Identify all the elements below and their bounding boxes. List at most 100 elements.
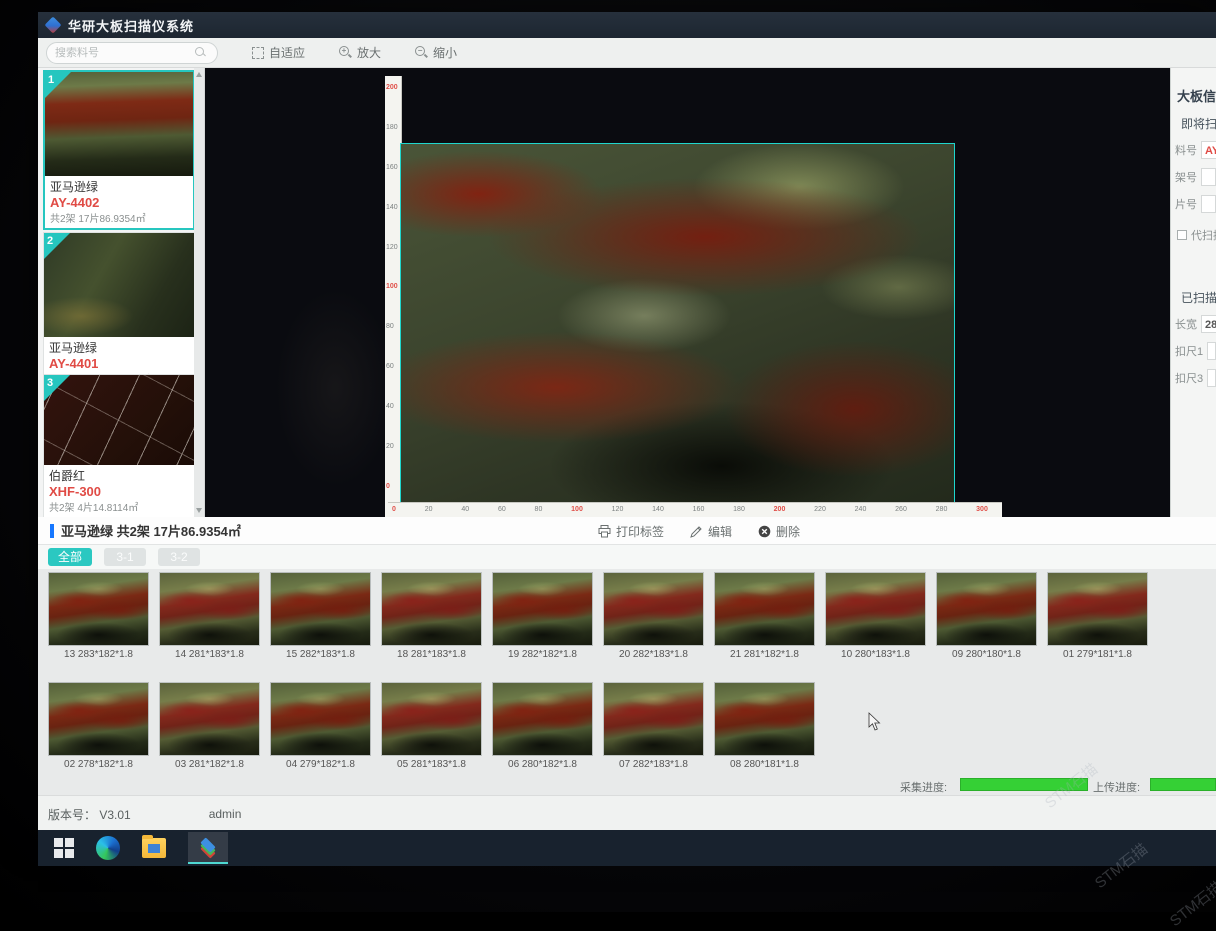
- piece-image[interactable]: [714, 572, 815, 646]
- delete-icon: [758, 525, 771, 538]
- fit-button[interactable]: 自适应: [252, 44, 305, 61]
- piece-image[interactable]: [603, 682, 704, 756]
- piece-thumb[interactable]: 21 281*182*1.8: [714, 572, 815, 660]
- scan-canvas[interactable]: 200 180 160 140 120 100 80 60 40 20 0 0 …: [205, 68, 1170, 517]
- piece-thumb[interactable]: 10 280*183*1.8: [825, 572, 926, 660]
- windows-start-icon[interactable]: [54, 838, 74, 858]
- app-window: 华研大板扫描仪系统 自适应 + 放大 − 缩小: [38, 12, 1216, 832]
- piece-thumb[interactable]: 08 280*181*1.8: [714, 682, 815, 770]
- size-input[interactable]: 28: [1201, 315, 1216, 333]
- piece-caption: 10 280*183*1.8: [825, 649, 926, 660]
- piece-image[interactable]: [825, 572, 926, 646]
- piece-image[interactable]: [381, 572, 482, 646]
- piece-thumb[interactable]: 20 282*183*1.8: [603, 572, 704, 660]
- piece-thumb[interactable]: 13 283*182*1.8: [48, 572, 149, 660]
- layers-icon: [198, 838, 218, 856]
- selection-info-bar: 亚马逊绿 共2架 17片86.9354㎡ 打印标签 编辑 删除: [38, 517, 1216, 545]
- piece-caption: 07 282*183*1.8: [603, 759, 704, 770]
- slab-card-1[interactable]: 1 亚马逊绿 AY-4402 共2架 17片86.9354㎡: [43, 70, 195, 230]
- deduct1-input[interactable]: [1207, 342, 1216, 360]
- deduct3-input[interactable]: [1207, 369, 1216, 387]
- slab-name: 伯爵红: [44, 465, 194, 484]
- piece-caption: 19 282*182*1.8: [492, 649, 593, 660]
- proxy-scan-checkbox[interactable]: 代扫描: [1177, 227, 1216, 243]
- piece-thumb[interactable]: 01 279*181*1.8: [1047, 572, 1148, 660]
- material-input[interactable]: AY: [1201, 141, 1216, 159]
- tab-all[interactable]: 全部: [48, 548, 92, 566]
- tab-rack-2[interactable]: 3-2: [158, 548, 200, 566]
- piece-caption: 06 280*182*1.8: [492, 759, 593, 770]
- accent-bar: [50, 524, 54, 538]
- logged-in-user: admin: [209, 807, 242, 821]
- search-box[interactable]: [46, 42, 218, 64]
- piece-thumb[interactable]: 09 280*180*1.8: [936, 572, 1037, 660]
- pencil-icon: [690, 525, 703, 538]
- piece-grid: 13 283*182*1.8 14 281*183*1.8 15 282*183…: [38, 569, 1216, 795]
- piece-image[interactable]: [381, 682, 482, 756]
- zoom-out-icon: −: [415, 46, 428, 59]
- piece-input[interactable]: [1201, 195, 1216, 213]
- piece-thumb[interactable]: 19 282*182*1.8: [492, 572, 593, 660]
- piece-caption: 08 280*181*1.8: [714, 759, 815, 770]
- search-icon[interactable]: [195, 47, 206, 58]
- scroll-down-icon[interactable]: [196, 508, 202, 513]
- piece-image[interactable]: [270, 572, 371, 646]
- toolbar: 自适应 + 放大 − 缩小: [38, 38, 1216, 68]
- rack-label: 架号: [1175, 169, 1197, 185]
- size-label: 长宽: [1175, 316, 1197, 332]
- piece-image[interactable]: [492, 572, 593, 646]
- piece-thumb[interactable]: 18 281*183*1.8: [381, 572, 482, 660]
- slab-card-3[interactable]: 3 伯爵红 XHF-300 共2架 4片14.8114㎡: [43, 374, 195, 518]
- checkbox-icon[interactable]: [1177, 230, 1187, 240]
- edge-browser-icon[interactable]: [96, 836, 120, 860]
- piece-image[interactable]: [714, 682, 815, 756]
- print-label-button[interactable]: 打印标签: [598, 523, 664, 540]
- zoom-out-button[interactable]: − 缩小: [415, 44, 457, 61]
- mouse-cursor: [868, 712, 882, 732]
- scanned-slab-image[interactable]: [400, 143, 955, 503]
- edit-button[interactable]: 编辑: [690, 523, 732, 540]
- zoom-in-button[interactable]: + 放大: [339, 44, 381, 61]
- slab-card-2[interactable]: 2 亚马逊绿 AY-4401 共3架 30片166.2686㎡: [43, 232, 195, 390]
- upload-progress-label: 上传进度:: [1093, 779, 1140, 795]
- watermark-text: STM石描: [1165, 876, 1216, 931]
- rack-input[interactable]: [1201, 168, 1216, 186]
- piece-caption: 03 281*182*1.8: [159, 759, 260, 770]
- scroll-up-icon[interactable]: [196, 72, 202, 77]
- piece-image[interactable]: [159, 682, 260, 756]
- piece-image[interactable]: [492, 682, 593, 756]
- sidebar-scrollbar[interactable]: [194, 68, 204, 517]
- delete-button[interactable]: 删除: [758, 523, 800, 540]
- piece-thumb[interactable]: 15 282*183*1.8: [270, 572, 371, 660]
- piece-image[interactable]: [936, 572, 1037, 646]
- piece-image[interactable]: [159, 572, 260, 646]
- piece-thumb[interactable]: 14 281*183*1.8: [159, 572, 260, 660]
- piece-thumb[interactable]: 05 281*183*1.8: [381, 682, 482, 770]
- piece-thumb[interactable]: 04 279*182*1.8: [270, 682, 371, 770]
- rack-tabs: 全部 3-1 3-2: [38, 545, 1216, 569]
- piece-caption: 14 281*183*1.8: [159, 649, 260, 660]
- windows-taskbar: [38, 830, 1216, 866]
- scanner-app-taskbar-icon[interactable]: [188, 832, 228, 864]
- piece-caption: 04 279*182*1.8: [270, 759, 371, 770]
- deduct3-label: 扣尺3: [1175, 370, 1203, 386]
- piece-image[interactable]: [48, 682, 149, 756]
- zoom-in-icon: +: [339, 46, 352, 59]
- piece-image[interactable]: [603, 572, 704, 646]
- piece-image[interactable]: [270, 682, 371, 756]
- piece-image[interactable]: [48, 572, 149, 646]
- printer-icon: [598, 525, 611, 538]
- piece-thumb[interactable]: 03 281*182*1.8: [159, 682, 260, 770]
- piece-image[interactable]: [1047, 572, 1148, 646]
- file-explorer-icon[interactable]: [142, 838, 166, 858]
- piece-thumb[interactable]: 06 280*182*1.8: [492, 682, 593, 770]
- slab-stats: 共2架 4片14.8114㎡: [44, 499, 194, 517]
- app-logo-icon: [46, 18, 60, 32]
- slab-stats: 共2架 17片86.9354㎡: [45, 210, 193, 228]
- search-input[interactable]: [55, 47, 195, 59]
- piece-label: 片号: [1175, 196, 1197, 212]
- app-title: 华研大板扫描仪系统: [68, 16, 194, 35]
- piece-thumb[interactable]: 02 278*182*1.8: [48, 682, 149, 770]
- piece-thumb[interactable]: 07 282*183*1.8: [603, 682, 704, 770]
- tab-rack-1[interactable]: 3-1: [104, 548, 146, 566]
